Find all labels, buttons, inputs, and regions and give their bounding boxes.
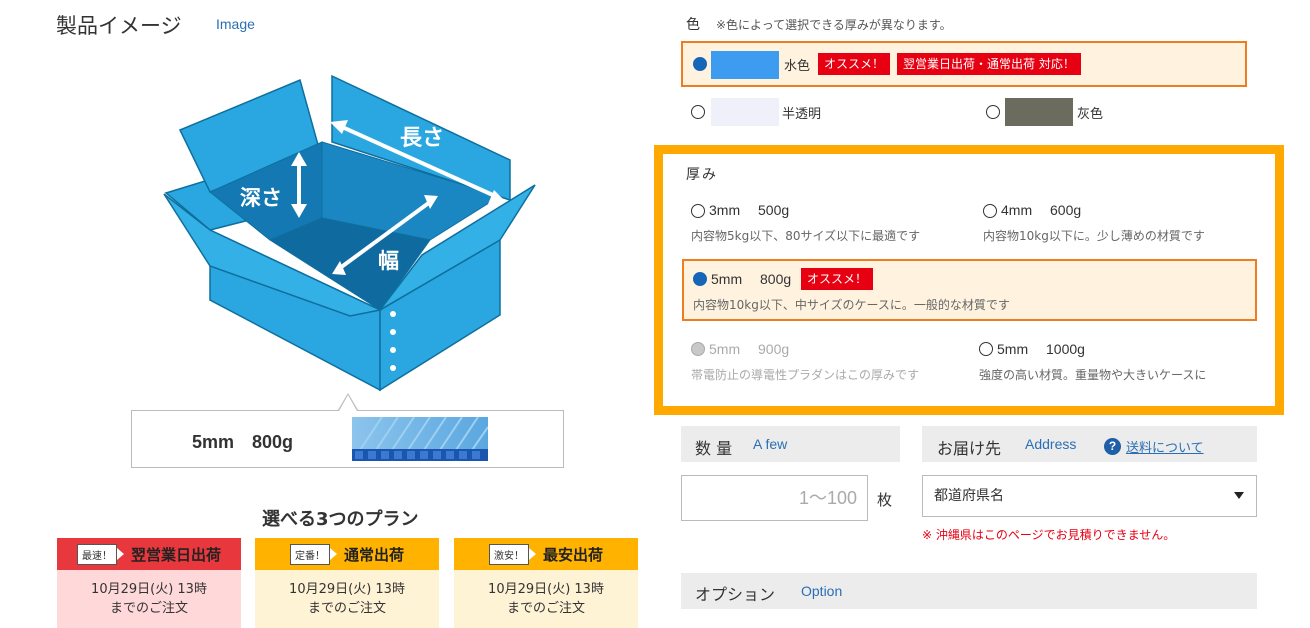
prefecture-select[interactable]: 都道府県名 (922, 475, 1257, 517)
plan-tag: 定番！ (289, 543, 337, 565)
color-radio-translucent[interactable] (691, 105, 705, 119)
quantity-title-en: A few (753, 436, 788, 452)
plan-tag: 激安！ (488, 543, 536, 565)
quantity-input[interactable]: 1〜100 (681, 475, 868, 521)
option-title-en: Option (801, 583, 843, 599)
cardboard-box-illustration: 長さ 深さ 幅 (163, 74, 536, 392)
length-label: 長さ (400, 126, 444, 151)
plan-deadline-suffix: までのご注文 (307, 601, 386, 616)
color-radio-light-blue[interactable] (693, 57, 707, 71)
plan-deadline: 10月29日(火) 13時 (289, 582, 405, 597)
corrugated-sheet-image (352, 417, 488, 461)
shipping-fee-link[interactable]: 送料について (1126, 437, 1204, 456)
address-title-en: Address (1025, 436, 1077, 452)
width-label: 幅 (378, 249, 399, 273)
thickness-desc: 帯電防止の導電性プラダンはこの厚みです (691, 368, 920, 382)
thickness-label[interactable]: 3mm 500g (709, 200, 789, 220)
prefecture-select-value: 都道府県名 (934, 488, 1004, 504)
address-title: お届け先 (937, 439, 1002, 458)
color-name: 水色 (784, 59, 811, 74)
thickness-desc: 強度の高い材質。重量物や大きいケースに (979, 368, 1207, 382)
thickness-radio-3mm[interactable] (691, 204, 705, 218)
thickness-radio-5mm-800g[interactable] (693, 272, 707, 286)
plan-deadline-suffix: までのご注文 (109, 601, 188, 616)
plan-name: 翌営業日出荷 (130, 545, 221, 564)
color-swatch-light-blue (711, 51, 779, 79)
thickness-radio-4mm[interactable] (983, 204, 997, 218)
plan-tag: 最速！ (76, 543, 124, 565)
color-note: ※色によって選択できる厚みが異なります。 (716, 18, 952, 32)
page-title: 製品イメージ (56, 14, 182, 38)
plan-card-next-day[interactable]: 最速！ 翌営業日出荷 10月29日(火) 13時 までのご注文 (57, 538, 241, 628)
plan-deadline: 10月29日(火) 13時 (91, 582, 207, 597)
color-swatch-gray (1005, 98, 1073, 126)
thickness-label: 5mm 900g (709, 341, 790, 357)
option-title: オプション (695, 585, 776, 604)
plan-name: 通常出荷 (343, 545, 404, 564)
plan-deadline-suffix: までのご注文 (506, 601, 585, 616)
plan-name: 最安出荷 (542, 545, 603, 564)
help-icon[interactable]: ? (1104, 438, 1121, 455)
thickness-radio-5mm-1000g[interactable] (979, 342, 993, 356)
recommend-badge: オススメ！ (818, 53, 891, 75)
page-title-en: Image (216, 16, 255, 32)
thickness-desc: 内容物10kg以下に。少し薄めの材質です (983, 229, 1205, 243)
color-radio-gray[interactable] (986, 105, 1000, 119)
thickness-label[interactable]: 5mm 800g (711, 269, 791, 289)
quantity-unit: 枚 (877, 491, 893, 509)
plan-deadline: 10月29日(火) 13時 (488, 582, 604, 597)
thickness-desc: 内容物5kg以下、80サイズ以下に最適です (691, 229, 921, 243)
recommend-badge: オススメ！ (801, 268, 874, 290)
depth-label: 深さ (240, 186, 282, 210)
color-label: 色 (686, 17, 700, 33)
color-swatch-translucent (711, 98, 779, 126)
color-name: 灰色 (1077, 107, 1104, 122)
thickness-label[interactable]: 5mm 1000g (997, 339, 1085, 359)
quantity-title: 数 量 (695, 439, 733, 458)
chevron-down-icon (1234, 492, 1244, 499)
thickness-radio-5mm-900g (691, 342, 705, 356)
shipping-badge: 翌営業日出荷・通常出荷 対応！ (897, 53, 1081, 75)
thickness-title: 厚み (686, 167, 718, 183)
spec-text: 5mm 800g (192, 432, 294, 452)
thickness-label[interactable]: 4mm 600g (1001, 200, 1081, 220)
plans-title: 選べる3つのプラン (262, 509, 419, 530)
thickness-desc: 内容物10kg以下、中サイズのケースに。一般的な材質です (693, 298, 1010, 312)
okinawa-note: ※ 沖縄県はこのページでお見積りできません。 (922, 528, 1176, 542)
plan-card-cheapest[interactable]: 激安！ 最安出荷 10月29日(火) 13時 までのご注文 (454, 538, 638, 628)
plan-card-standard[interactable]: 定番！ 通常出荷 10月29日(火) 13時 までのご注文 (255, 538, 439, 628)
color-name: 半透明 (782, 107, 822, 122)
